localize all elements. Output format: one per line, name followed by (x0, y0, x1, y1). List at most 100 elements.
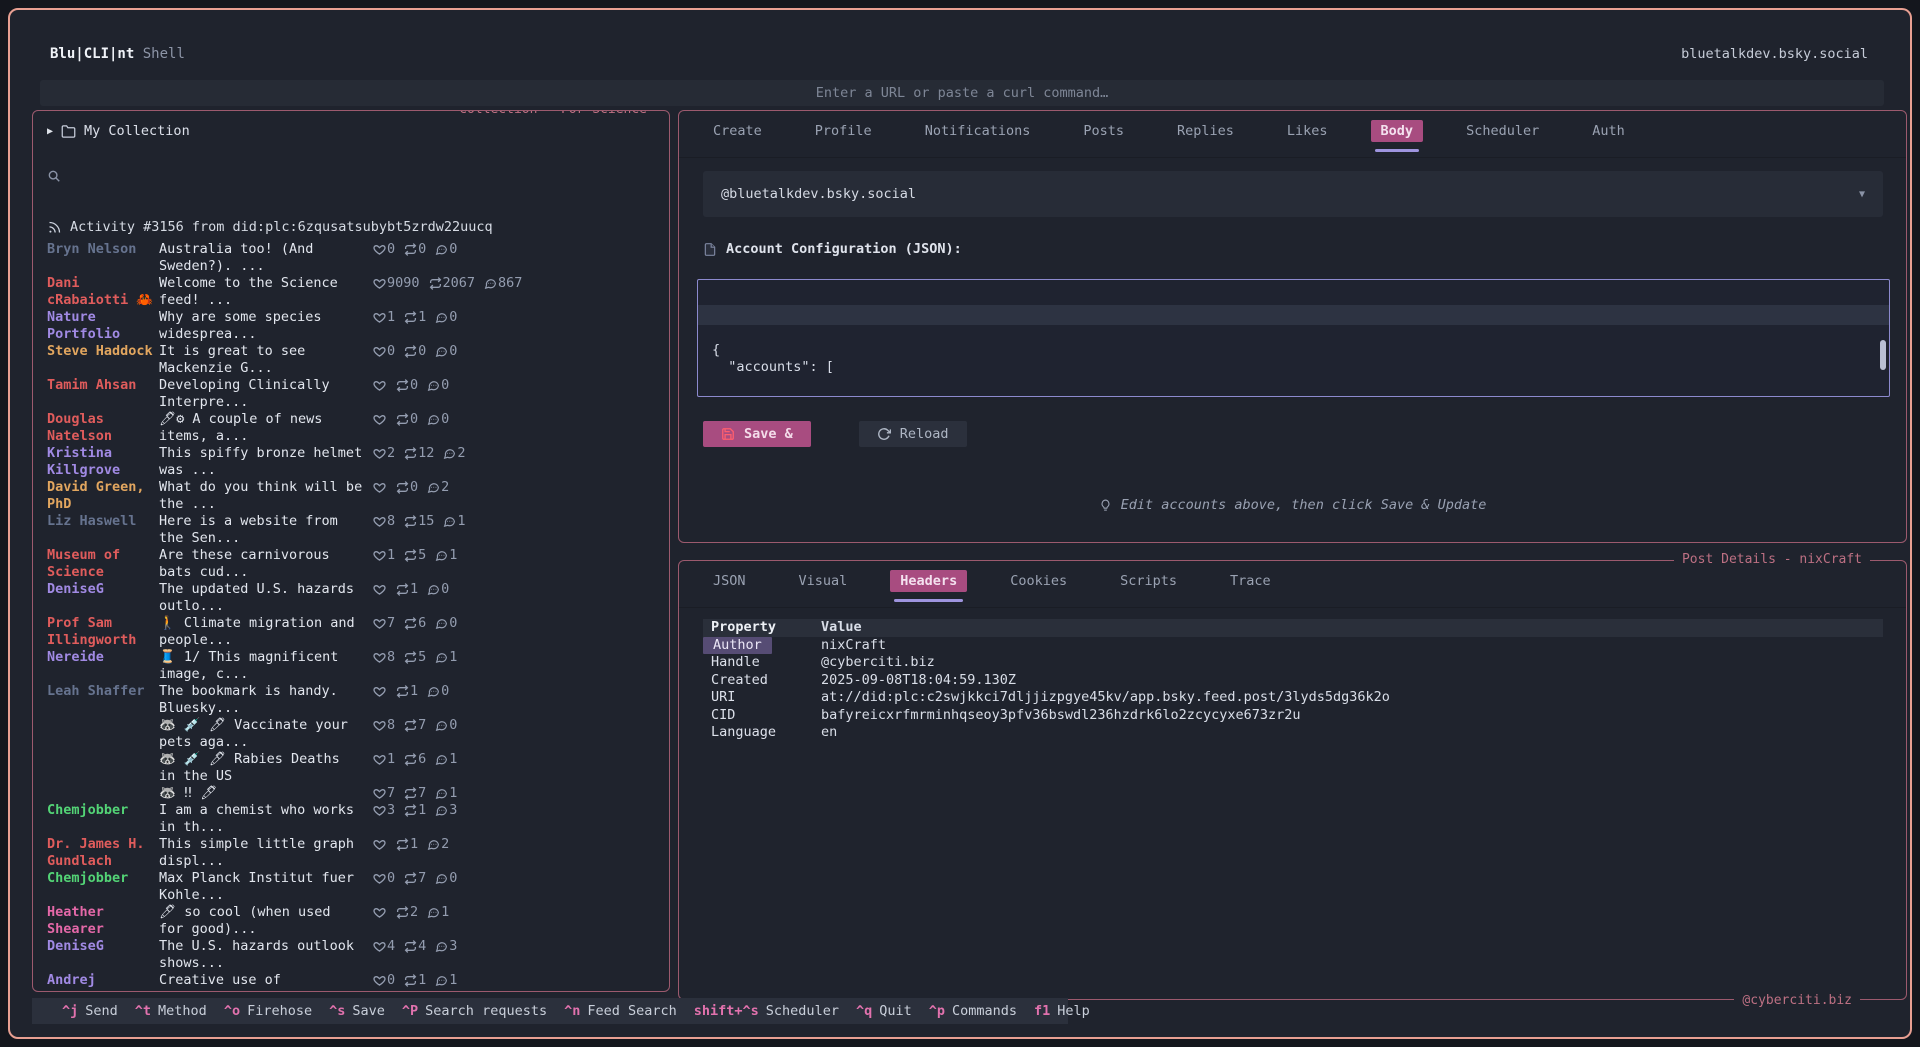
post-likes (373, 836, 387, 853)
feed-post[interactable]: Dr. James H. GundlachThis simple little … (47, 836, 669, 870)
account-select[interactable]: @bluetalkdev.bsky.social ▼ (703, 171, 1883, 217)
reply-icon (443, 515, 456, 528)
feed-post[interactable]: DeniseGThe U.S. hazards outlook shows...… (47, 938, 669, 972)
feed-post[interactable]: Prof Sam Illingworth🚶 Climate migration … (47, 615, 669, 649)
app-window: Blu|CLI|nt Shell bluetalkdev.bsky.social… (8, 8, 1912, 1039)
value-cell: 2025-09-08T18:04:59.130Z (821, 672, 1883, 690)
table-row[interactable]: CIDbafyreicxrfmrminhqseoy3pfv36bswdl236h… (703, 707, 1883, 725)
feed-post[interactable]: Nature PortfolioWhy are some species wid… (47, 309, 669, 343)
feed-post[interactable]: Leah ShafferThe bookmark is handy. Blues… (47, 683, 669, 717)
post-text: It is great to see Mackenzie G... (159, 343, 363, 377)
shortcut-method[interactable]: ^tMethod (135, 1003, 207, 1019)
repost-icon (396, 838, 409, 851)
feed-post[interactable]: 🦝 💉 🖊 Vaccinate your pets aga...870 (47, 717, 669, 751)
table-row[interactable]: AuthornixCraft (703, 637, 1883, 655)
feed-post[interactable]: Kristina KillgroveThis spiffy bronze hel… (47, 445, 669, 479)
post-reposts: 0 (396, 479, 418, 496)
tab-posts[interactable]: Posts (1073, 120, 1134, 142)
post-text: Creative use of (159, 972, 363, 989)
post-text: This simple little graph displ... (159, 836, 363, 870)
tab-profile[interactable]: Profile (805, 120, 882, 142)
feed-post[interactable]: Nereide🧵 1/ This magnificent image, c...… (47, 649, 669, 683)
feed-post[interactable]: 🦝 💉 🖊 Rabies Deaths in the US161 (47, 751, 669, 785)
post-text: Here is a website from the Sen... (159, 513, 363, 547)
repost-icon (404, 719, 417, 732)
shortcut-firehose[interactable]: ^oFirehose (224, 1003, 312, 1019)
shortcut-commands[interactable]: ^pCommands (929, 1003, 1017, 1019)
account-select-value: @bluetalkdev.bsky.social (721, 186, 916, 202)
feed-post[interactable]: ChemjobberI am a chemist who works in th… (47, 802, 669, 836)
post-author: Liz Haswell (47, 513, 159, 547)
json-editor[interactable]: { "accounts": [ (697, 279, 1890, 397)
feed-post[interactable]: Museum of ScienceAre these carnivorous b… (47, 547, 669, 581)
reply-icon (435, 549, 448, 562)
shortcut-send[interactable]: ^jSend (62, 1003, 118, 1019)
feed-post[interactable]: Tamim AhsanDeveloping Clinically Interpr… (47, 377, 669, 411)
url-placeholder: Enter a URL or paste a curl command… (816, 85, 1109, 101)
save-button[interactable]: Save & (703, 421, 811, 447)
post-reposts: 7 (404, 717, 426, 734)
app-title: Blu|CLI|nt Shell (50, 46, 185, 62)
table-row[interactable]: Created2025-09-08T18:04:59.130Z (703, 672, 1883, 690)
editor-scrollbar[interactable] (1880, 340, 1886, 370)
tab-scheduler[interactable]: Scheduler (1456, 120, 1549, 142)
post-replies: 2 (427, 836, 449, 853)
details-tab-cookies[interactable]: Cookies (1000, 570, 1077, 592)
shortcut-scheduler[interactable]: shift+^sScheduler (694, 1003, 839, 1019)
post-reposts: 2 (396, 904, 418, 921)
shortcut-save[interactable]: ^sSave (329, 1003, 385, 1019)
repost-icon (404, 549, 417, 562)
post-text: 🖊 so cool (when used for good)... (159, 904, 363, 938)
feed-post[interactable]: DeniseGThe updated U.S. hazards outlo...… (47, 581, 669, 615)
editor-line: { (698, 342, 1889, 359)
repost-icon (404, 617, 417, 630)
shortcut-search-requests[interactable]: ^PSearch requests (402, 1003, 547, 1019)
reload-button[interactable]: Reload (859, 421, 967, 447)
tab-notifications[interactable]: Notifications (915, 120, 1041, 142)
table-row[interactable]: Languageen (703, 724, 1883, 742)
like-icon (373, 617, 386, 630)
feed-post[interactable]: 🦝 ‼ 🖊771 (47, 785, 669, 802)
post-likes (373, 479, 387, 496)
logged-in-account: bluetalkdev.bsky.social (1681, 46, 1868, 62)
tab-likes[interactable]: Likes (1277, 120, 1338, 142)
tree-expand-caret[interactable]: ▶ (47, 126, 53, 137)
details-tab-json[interactable]: JSON (703, 570, 756, 592)
tab-auth[interactable]: Auth (1582, 120, 1635, 142)
shortcut-quit[interactable]: ^qQuit (856, 1003, 912, 1019)
tab-body[interactable]: Body (1371, 120, 1424, 142)
refresh-icon (877, 427, 891, 441)
feed-post[interactable]: Steve HaddockIt is great to see Mackenzi… (47, 343, 669, 377)
reply-icon (435, 940, 448, 953)
details-tab-trace[interactable]: Trace (1220, 570, 1281, 592)
feed-post[interactable]: ChemjobberMax Planck Institut fuer Kohle… (47, 870, 669, 904)
table-row[interactable]: URIat://did:plc:c2swjkkci7dljjizpgye45kv… (703, 689, 1883, 707)
feed-post[interactable]: Liz HaswellHere is a website from the Se… (47, 513, 669, 547)
shortcut-feed-search[interactable]: ^nFeed Search (564, 1003, 677, 1019)
post-reposts: 5 (404, 649, 426, 666)
feed-post[interactable]: Dani cRabaiotti 🦀Welcome to the Science … (47, 275, 669, 309)
post-text: Are these carnivorous bats cud... (159, 547, 363, 581)
post-likes: 7 (373, 615, 395, 632)
tab-replies[interactable]: Replies (1167, 120, 1244, 142)
shortcut-help[interactable]: f1Help (1034, 1003, 1090, 1019)
post-stats: 2122 (363, 445, 669, 479)
collection-search[interactable] (47, 169, 61, 187)
feed-post[interactable]: Heather Shearer🖊 so cool (when used for … (47, 904, 669, 938)
feed-post[interactable]: Bryn NelsonAustralia too! (And Sweden?).… (47, 241, 669, 275)
like-icon (373, 311, 386, 324)
tree-item-my-collection[interactable]: ▶ My Collection (47, 123, 190, 139)
url-input[interactable]: Enter a URL or paste a curl command… (40, 80, 1884, 106)
post-author: Dr. James H. Gundlach (47, 836, 159, 870)
post-text: 🦝 💉 🖊 Rabies Deaths in the US (159, 751, 363, 785)
feed-post[interactable]: David Green, PhDWhat do you think will b… (47, 479, 669, 513)
details-tab-visual[interactable]: Visual (789, 570, 858, 592)
post-author: Leah Shaffer (47, 683, 159, 717)
like-icon (373, 413, 386, 426)
tab-create[interactable]: Create (703, 120, 772, 142)
details-tab-scripts[interactable]: Scripts (1110, 570, 1187, 592)
details-tab-headers[interactable]: Headers (890, 570, 967, 592)
feed-post[interactable]: Douglas Natelson🖊⚙ A couple of news item… (47, 411, 669, 445)
table-row[interactable]: Handle@cyberciti.biz (703, 654, 1883, 672)
feed-post[interactable]: AndrejCreative use of011 (47, 972, 669, 989)
